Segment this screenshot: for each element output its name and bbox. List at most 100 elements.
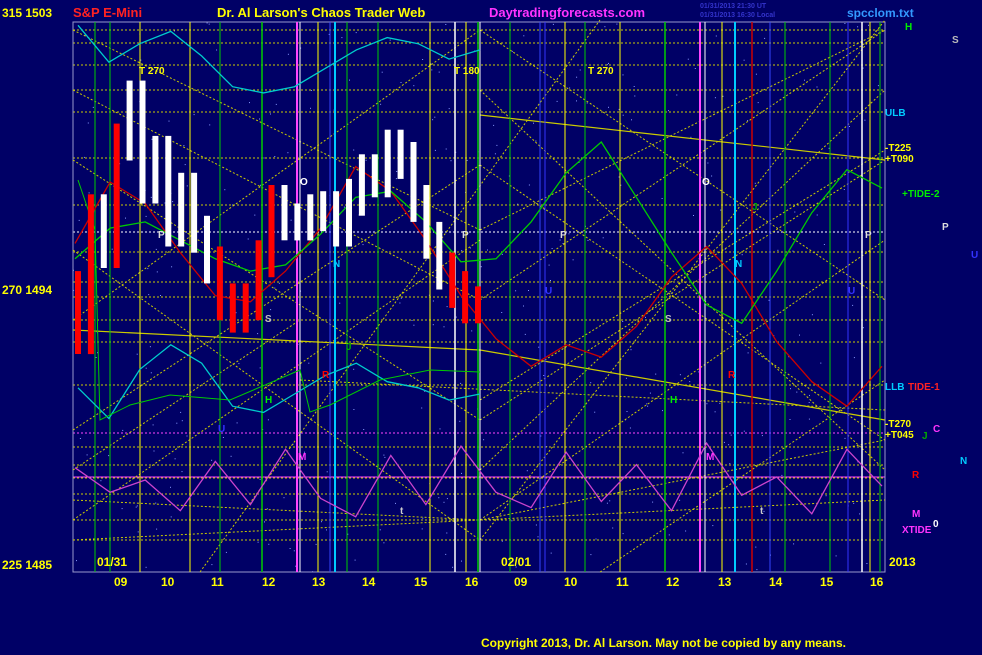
star-dot bbox=[362, 244, 364, 246]
star-dot bbox=[796, 391, 798, 393]
star-dot bbox=[809, 394, 810, 396]
star-dot bbox=[483, 439, 485, 441]
star-dot bbox=[83, 156, 85, 158]
right-label: +T045 bbox=[885, 430, 914, 441]
star-dot bbox=[421, 528, 423, 530]
star-dot bbox=[676, 94, 678, 96]
star-dot bbox=[211, 459, 213, 461]
star-dot bbox=[270, 309, 272, 311]
timestamp-utc: 01/31/2013 21:30 UT bbox=[700, 3, 767, 10]
star-dot bbox=[432, 300, 434, 302]
star-dot bbox=[168, 120, 170, 122]
price-bar bbox=[191, 172, 198, 253]
hour-tick-label: 16 bbox=[870, 575, 884, 589]
star-dot bbox=[511, 520, 513, 522]
star-dot bbox=[551, 248, 553, 249]
star-dot bbox=[789, 419, 791, 420]
star-dot bbox=[87, 122, 89, 124]
hour-tick-label: 15 bbox=[820, 575, 834, 589]
star-dot bbox=[310, 90, 312, 91]
star-dot bbox=[550, 280, 551, 281]
star-dot bbox=[341, 37, 343, 39]
star-dot bbox=[267, 419, 269, 421]
price-bar bbox=[320, 191, 327, 232]
star-dot bbox=[400, 82, 402, 83]
star-dot bbox=[293, 550, 295, 552]
star-dot bbox=[689, 381, 691, 383]
price-bar bbox=[397, 129, 404, 179]
planet-letter-n: N bbox=[735, 259, 742, 270]
date-label-day2: 02/01 bbox=[501, 555, 531, 569]
star-dot bbox=[793, 543, 795, 545]
star-dot bbox=[608, 62, 609, 64]
star-dot bbox=[147, 268, 149, 270]
star-dot bbox=[186, 185, 188, 187]
star-dot bbox=[446, 498, 448, 500]
site-link[interactable]: Daytradingforecasts.com bbox=[489, 5, 645, 20]
star-dot bbox=[757, 102, 759, 104]
star-dot bbox=[756, 569, 758, 571]
star-dot bbox=[121, 508, 123, 510]
right-label: +TIDE-2 bbox=[902, 189, 940, 200]
star-dot bbox=[682, 452, 684, 454]
star-dot bbox=[622, 533, 624, 535]
star-dot bbox=[848, 200, 850, 202]
star-dot bbox=[820, 362, 822, 364]
star-dot bbox=[828, 147, 830, 149]
price-bar bbox=[100, 194, 107, 268]
hour-tick-label: 11 bbox=[211, 575, 224, 589]
star-dot bbox=[136, 505, 138, 507]
star-dot bbox=[247, 238, 249, 240]
star-dot bbox=[633, 86, 635, 87]
price-bar bbox=[462, 271, 469, 324]
star-dot bbox=[259, 478, 261, 480]
copyright-notice: Copyright 2013, Dr. Al Larson. May not b… bbox=[481, 636, 846, 650]
planet-letter-h: H bbox=[670, 395, 677, 406]
star-dot bbox=[652, 501, 654, 503]
star-dot bbox=[461, 560, 462, 562]
star-dot bbox=[616, 23, 618, 25]
star-dot bbox=[722, 95, 724, 97]
star-dot bbox=[631, 119, 632, 121]
star-dot bbox=[679, 499, 681, 501]
star-dot bbox=[843, 189, 845, 190]
star-dot bbox=[719, 402, 721, 404]
star-dot bbox=[216, 49, 218, 51]
star-dot bbox=[151, 138, 153, 140]
star-dot bbox=[445, 553, 447, 555]
star-dot bbox=[222, 437, 224, 438]
star-dot bbox=[136, 353, 138, 355]
price-bar bbox=[165, 135, 172, 247]
right-label: XTIDE bbox=[902, 525, 932, 536]
star-dot bbox=[720, 209, 722, 211]
star-dot bbox=[576, 76, 578, 78]
price-bar bbox=[255, 240, 262, 321]
star-dot bbox=[349, 79, 350, 81]
hour-tick-label: 11 bbox=[616, 575, 629, 589]
star-dot bbox=[274, 156, 276, 157]
star-dot bbox=[379, 529, 381, 531]
price-bar bbox=[139, 80, 146, 204]
star-dot bbox=[76, 560, 77, 562]
marker-t270-b: T 270 bbox=[588, 66, 614, 77]
star-dot bbox=[794, 211, 796, 213]
star-dot bbox=[431, 69, 433, 71]
right-label: P bbox=[942, 222, 949, 233]
hour-tick-label: 12 bbox=[262, 575, 276, 589]
star-dot bbox=[618, 176, 620, 178]
star-dot bbox=[501, 540, 503, 542]
right-label: LLB bbox=[885, 382, 904, 393]
price-bar bbox=[229, 283, 236, 333]
star-dot bbox=[230, 455, 232, 457]
star-dot bbox=[587, 240, 589, 241]
star-dot bbox=[715, 35, 717, 37]
star-dot bbox=[745, 563, 747, 565]
star-dot bbox=[595, 538, 597, 540]
star-dot bbox=[174, 30, 175, 32]
star-dot bbox=[315, 543, 317, 545]
star-dot bbox=[687, 58, 689, 60]
star-dot bbox=[211, 564, 213, 566]
price-bar bbox=[410, 142, 417, 222]
star-dot bbox=[78, 219, 80, 221]
star-dot bbox=[395, 502, 396, 504]
